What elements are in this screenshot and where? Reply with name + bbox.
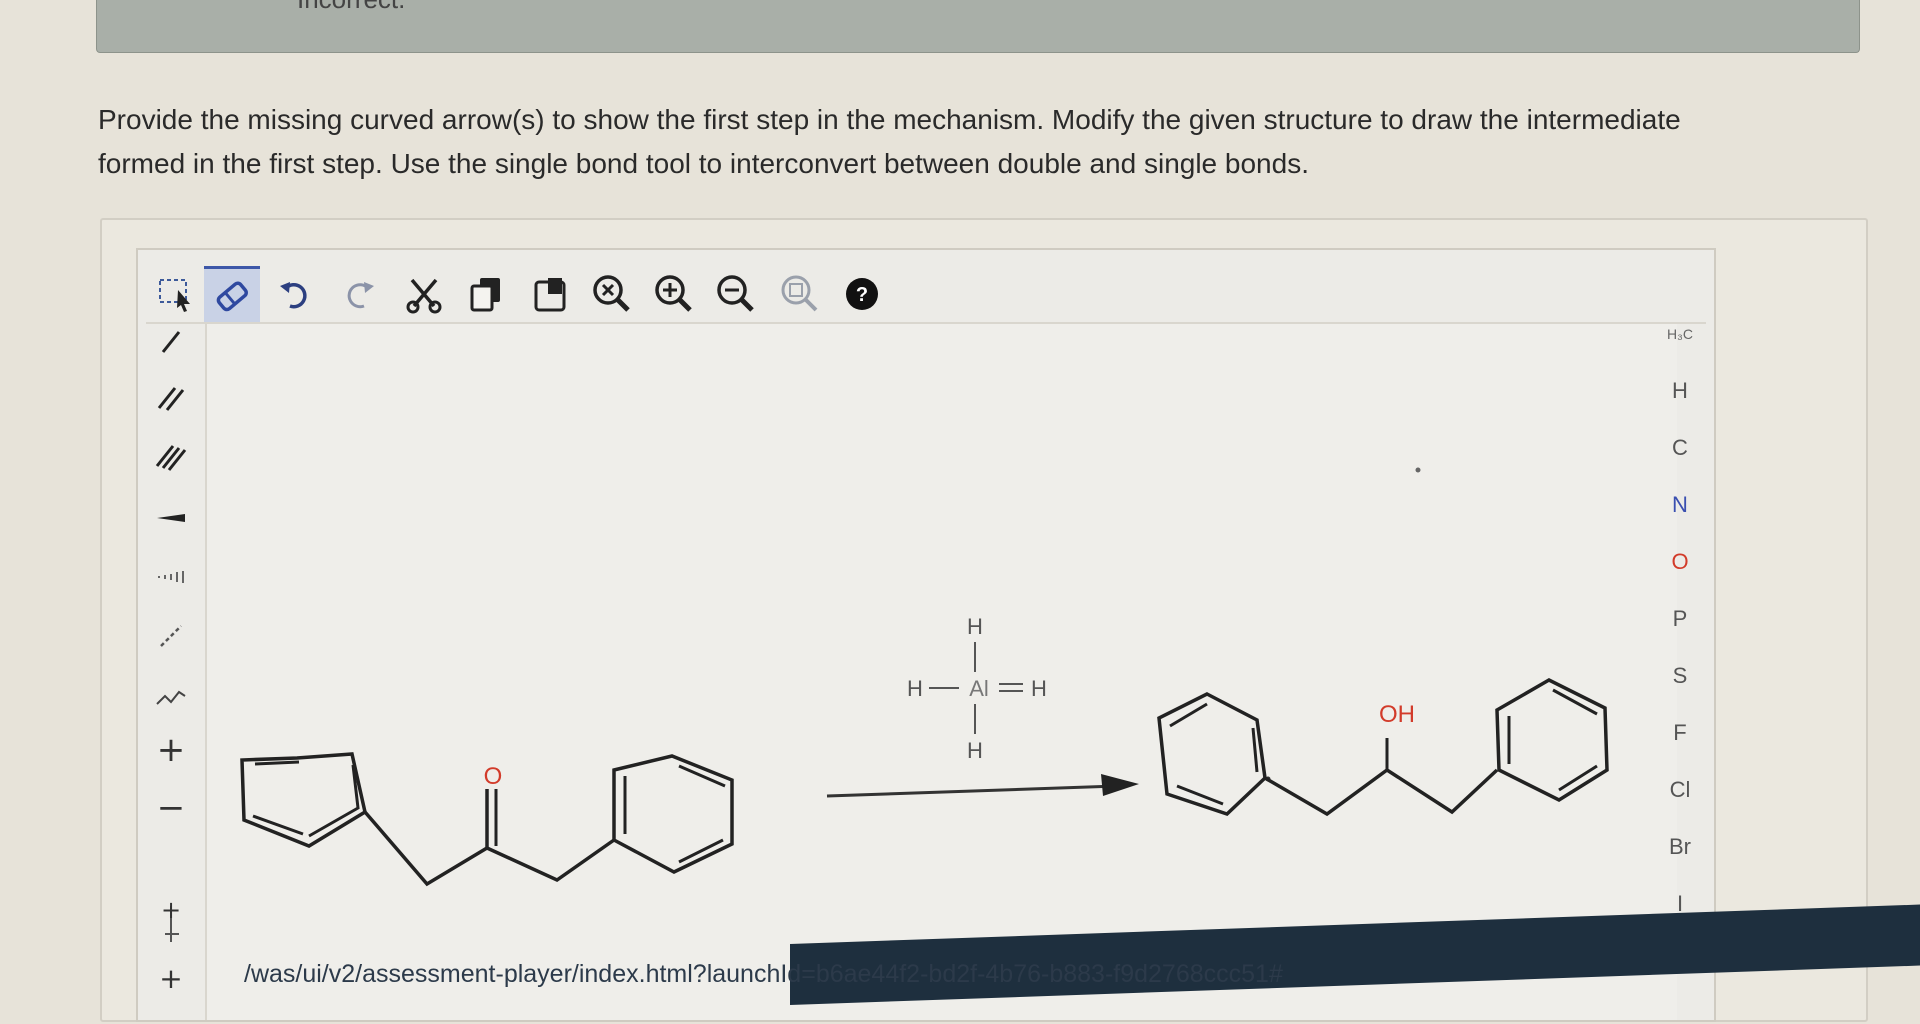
copy-button[interactable] [458,266,514,322]
select-tool-button[interactable] [148,266,204,322]
double-bond-icon [157,387,185,411]
paste-button[interactable] [522,266,578,322]
question-line-1: Provide the missing curved arrow(s) to s… [98,104,1681,135]
reaction-arrow-head [1101,774,1139,796]
carbonyl-oxygen[interactable]: O [484,763,503,790]
element-f[interactable]: F [1640,720,1720,746]
zoom-out-button[interactable] [708,266,764,322]
element-template-label: H₃C [1667,326,1693,342]
zoom-in-icon [655,275,692,312]
zoom-in-button[interactable] [646,266,702,322]
element-p[interactable]: P [1640,606,1720,632]
reactant-chain[interactable] [363,810,616,887]
wedge-bond-tool[interactable] [140,492,202,544]
help-icon: ? [846,278,878,310]
wedge-bond-icon [157,514,185,522]
dashed-bond-tool[interactable] [140,610,202,662]
triple-bond-icon [155,445,187,471]
reagent-top-h[interactable]: H [967,614,983,639]
feedback-text: Incorrect. [297,0,405,15]
mechanism-diagram: O H H Al H H OH [240,467,1609,887]
hash-bond-icon [158,571,184,583]
negative-charge-tool[interactable]: − [140,782,202,834]
paste-icon [534,278,566,312]
dashed-bond-icon [160,625,182,647]
product-hydroxyl[interactable]: OH [1379,701,1415,728]
feedback-banner: Incorrect. [96,0,1860,53]
reactant-benzene-left[interactable] [240,752,367,848]
help-button[interactable]: ? [834,266,890,322]
svg-text:?: ? [856,284,868,306]
chain-icon [156,690,186,705]
zoom-reset-icon [593,275,630,312]
element-br[interactable]: Br [1640,834,1720,860]
element-s[interactable]: S [1640,663,1720,689]
element-o[interactable]: O [1640,549,1720,575]
cut-button[interactable] [396,266,452,322]
cut-icon [406,278,442,314]
eraser-tool-button[interactable] [204,266,260,322]
zoom-reset-button[interactable] [584,266,640,322]
copy-icon [470,278,500,312]
product-benzene-left[interactable] [1157,692,1267,816]
element-toolbar: H₃C H C N O P S F Cl Br I [1640,318,1720,968]
redo-icon [347,282,374,309]
reactant-benzene-right[interactable] [612,754,734,874]
question-line-2: formed in the first step. Use the single… [98,148,1309,179]
undo-button[interactable] [268,266,324,322]
element-n[interactable]: N [1640,492,1720,518]
product-chain[interactable] [1264,767,1499,817]
positive-charge-label: + [156,730,186,770]
product-benzene-right[interactable] [1495,678,1609,803]
single-bond-tool[interactable] [140,316,202,368]
eraser-icon [216,281,248,311]
reagent-bottom-h[interactable]: H [967,738,983,763]
positive-charge-tool[interactable]: + [140,724,202,776]
element-c[interactable]: C [1640,435,1720,461]
reaction-arrow-shaft [826,784,1118,798]
status-url: /was/ui/v2/assessment-player/index.html?… [244,960,1283,988]
element-template-button[interactable]: H₃C [1640,326,1720,342]
element-h[interactable]: H [1640,378,1720,404]
reagent-aluminum[interactable]: Al [969,676,989,701]
reagent-right-h[interactable]: H [1031,676,1047,701]
reagent-left-h[interactable]: H [907,676,923,701]
bond-toolbar: + − + + [140,322,202,1012]
radical-plus-label: + [160,896,182,924]
undo-icon [280,282,307,309]
redo-button[interactable] [330,266,386,322]
double-bond-tool[interactable] [140,372,202,424]
canvas-dot [1415,467,1421,473]
select-icon [159,279,190,312]
zoom-fit-icon [781,275,818,312]
hash-bond-tool[interactable] [140,550,202,602]
negative-charge-label: − [156,788,186,828]
single-bond-icon [161,331,181,353]
drawing-canvas[interactable]: O H H Al H H OH [205,322,1677,1020]
zoom-fit-button[interactable] [772,266,828,322]
triple-bond-tool[interactable] [140,430,202,482]
element-cl[interactable]: Cl [1640,777,1720,803]
chain-tool[interactable] [140,668,202,720]
zoom-out-icon [717,275,754,312]
question-prompt: Provide the missing curved arrow(s) to s… [98,98,1858,186]
